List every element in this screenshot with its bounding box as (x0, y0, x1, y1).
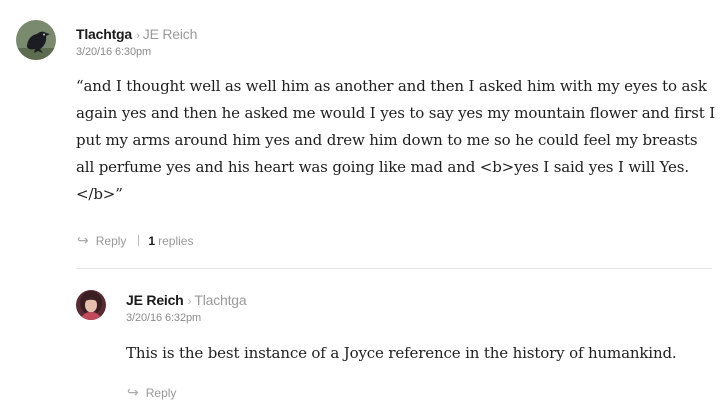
author-name[interactable]: Tlachtga (76, 26, 132, 42)
avatar[interactable] (16, 20, 56, 60)
reply-button[interactable]: Reply (96, 234, 127, 248)
comment-je-reich: JE Reich › Tlachtga 3/20/16 6:32pm This is… (0, 270, 722, 414)
comment-timestamp[interactable]: 3/20/16 6:32pm (126, 312, 201, 324)
comment-tlachtga: Tlachtga › JE Reich 3/20/16 6:30pm “and I … (0, 0, 722, 270)
comment-body: “and I thought well as well him as anoth… (76, 77, 715, 203)
comment-header: Tlachtga › JE Reich (76, 25, 197, 44)
comment-header: JE Reich › Tlachtga (126, 291, 247, 310)
reply-to-arrow-icon: › (187, 294, 192, 308)
replies-link[interactable]: 1 replies (148, 234, 193, 248)
reply-to-name[interactable]: JE Reich (143, 26, 198, 42)
comment-timestamp[interactable]: 3/20/16 6:30pm (76, 46, 151, 58)
comment-actions: ↪ Reply 1 replies (77, 232, 193, 249)
author-name[interactable]: JE Reich (126, 292, 184, 308)
actions-separator (138, 235, 140, 246)
thread-divider (76, 268, 712, 269)
reply-to-arrow-icon: › (135, 28, 140, 42)
reply-button[interactable]: Reply (146, 386, 177, 400)
reply-icon: ↪ (127, 384, 139, 400)
raven-avatar-icon (16, 20, 56, 60)
replies-count: 1 (148, 233, 156, 248)
comment-actions: ↪ Reply (127, 384, 176, 401)
reply-to-name[interactable]: Tlachtga (194, 292, 246, 308)
comment-body: This is the best instance of a Joyce ref… (126, 344, 677, 362)
avatar[interactable] (76, 290, 106, 320)
reply-icon: ↪ (77, 232, 89, 248)
portrait-avatar-icon (76, 290, 106, 320)
replies-label: replies (158, 233, 194, 248)
